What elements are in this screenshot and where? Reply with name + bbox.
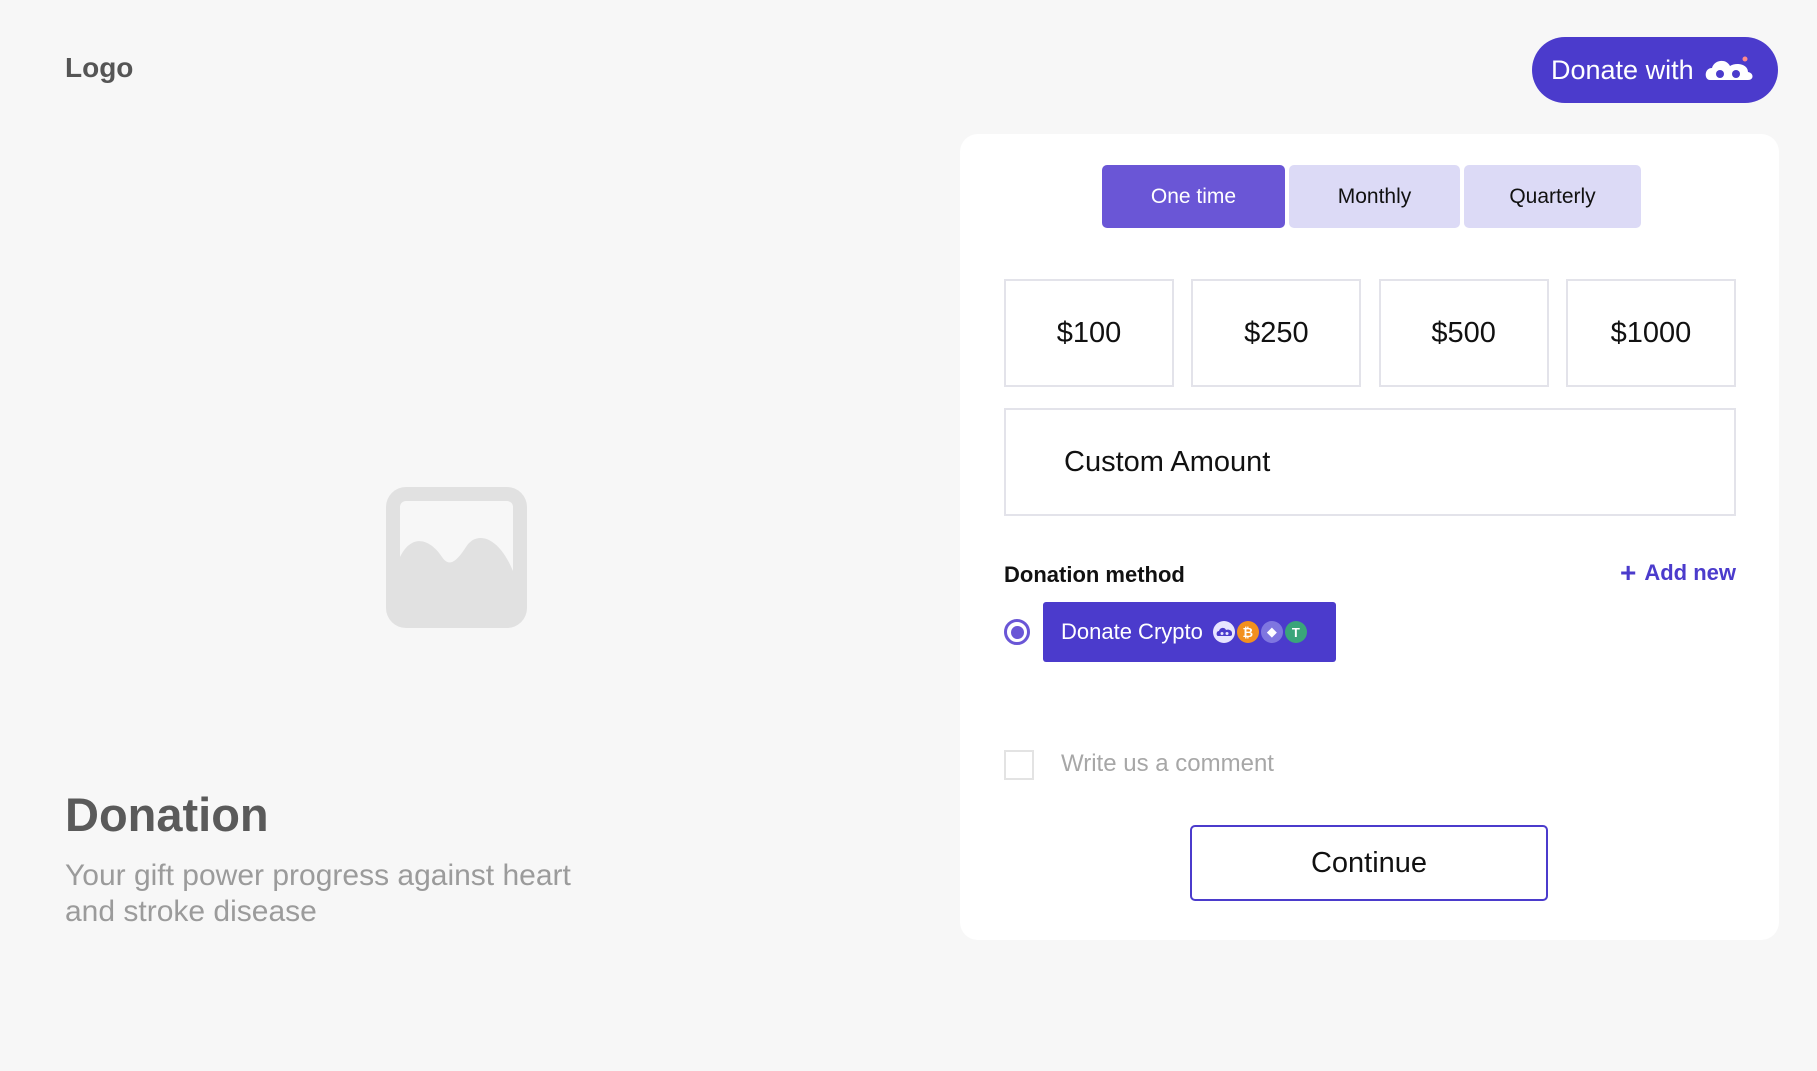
- plus-icon: +: [1619, 557, 1637, 588]
- donation-method-label: Donation method: [1004, 562, 1185, 587]
- comment-checkbox[interactable]: [1004, 750, 1034, 780]
- hero-subtitle: Your gift power progress against heart a…: [65, 859, 571, 928]
- custom-amount-input[interactable]: Custom Amount: [1004, 408, 1736, 516]
- amount-option-500[interactable]: $500: [1378, 279, 1549, 387]
- amount-option-1000[interactable]: $1000: [1565, 279, 1736, 387]
- tab-one-time[interactable]: One time: [1102, 165, 1285, 228]
- ethereum-icon: ◆: [1260, 621, 1283, 643]
- image-placeholder-icon: [386, 487, 527, 628]
- donate-with-label: Donate with: [1551, 54, 1694, 85]
- brand-logo-icon: [1704, 54, 1754, 86]
- donate-with-button[interactable]: Donate with: [1532, 37, 1778, 103]
- radio-selected-dot: [1010, 625, 1024, 639]
- donate-crypto-button[interactable]: Donate Crypto ₿ ◆ T: [1043, 602, 1336, 662]
- tab-quarterly[interactable]: Quarterly: [1464, 165, 1641, 228]
- donation-card: One time Monthly Quarterly $100 $250 $50…: [960, 134, 1779, 940]
- tether-icon: T: [1284, 621, 1307, 643]
- amount-option-100[interactable]: $100: [1004, 279, 1174, 387]
- amount-options: $100 $250 $500 $1000: [1004, 279, 1736, 387]
- continue-button[interactable]: Continue: [1190, 825, 1548, 901]
- bitcoin-icon: ₿: [1236, 621, 1259, 643]
- donate-crypto-radio[interactable]: [1004, 619, 1030, 645]
- logo-text: Logo: [65, 52, 134, 83]
- comment-label[interactable]: Write us a comment: [1061, 750, 1274, 778]
- crypto-coin-icons: ₿ ◆ T: [1211, 621, 1307, 643]
- add-new-button[interactable]: + Add new: [1619, 557, 1736, 588]
- donate-crypto-label: Donate Crypto: [1061, 619, 1203, 644]
- amount-option-250[interactable]: $250: [1191, 279, 1362, 387]
- brand-coin-icon: [1212, 621, 1235, 643]
- add-new-label: Add new: [1644, 560, 1736, 585]
- hero-title: Donation: [65, 788, 269, 841]
- frequency-tabs: One time Monthly Quarterly: [1102, 165, 1641, 228]
- tab-monthly[interactable]: Monthly: [1289, 165, 1460, 228]
